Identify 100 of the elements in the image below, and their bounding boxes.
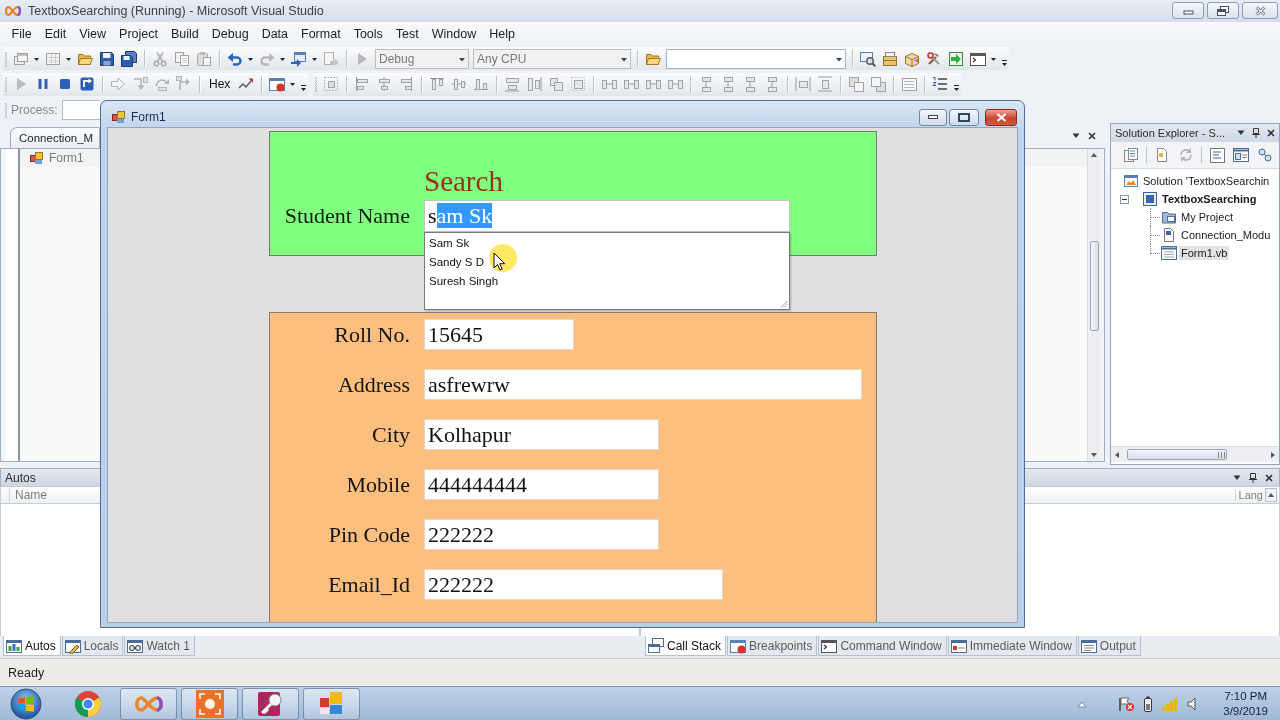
panel-tab[interactable]: Locals [61, 636, 124, 656]
tree-item[interactable]: Connection_Modu [1179, 228, 1273, 242]
minimize-button[interactable] [919, 108, 947, 126]
refresh-icon[interactable] [1178, 147, 1194, 163]
text-field[interactable]: 222222 [424, 569, 723, 600]
same-width-icon[interactable] [504, 76, 521, 92]
pin-icon[interactable] [1252, 128, 1260, 138]
flag-icon[interactable] [1117, 695, 1136, 712]
form-icon[interactable] [1233, 147, 1249, 163]
clipboard-icon[interactable] [196, 50, 212, 67]
menu-item[interactable]: Data [255, 25, 295, 43]
diagram-icon[interactable] [1257, 147, 1273, 163]
floppy-disks-icon[interactable] [121, 50, 137, 67]
class-dropdown[interactable]: Form1 [20, 149, 100, 167]
menu-item[interactable]: Window [425, 25, 483, 43]
panel-tab[interactable]: Watch 1 [124, 636, 195, 656]
undo-arrow-icon[interactable] [227, 50, 243, 67]
step-over-icon[interactable] [154, 76, 170, 92]
suggestion-item[interactable]: Suresh Singh [425, 272, 789, 291]
center-vertical-icon[interactable] [817, 76, 834, 92]
collapse-icon[interactable] [1120, 194, 1129, 204]
menu-item[interactable]: Help [482, 25, 522, 43]
align-center-icon[interactable] [376, 76, 393, 92]
window-arrow-icon[interactable] [291, 50, 307, 67]
scissors-icon[interactable] [152, 50, 168, 67]
menu-item[interactable]: Format [294, 25, 348, 43]
close-icon[interactable] [1267, 129, 1275, 137]
suggestion-item[interactable]: Sandy S D [425, 253, 789, 272]
scroll-thumb[interactable] [1127, 449, 1227, 460]
menu-item[interactable]: Build [164, 25, 206, 43]
panel-tab[interactable]: Immediate Window [947, 636, 1077, 656]
tree-item[interactable]: Solution 'TextboxSearchin [1141, 174, 1272, 188]
magnifier-window-icon[interactable] [860, 50, 876, 67]
resize-grip-icon[interactable] [779, 299, 788, 308]
text-field[interactable]: asfrewrw [424, 369, 862, 400]
grip-icon[interactable] [314, 75, 319, 93]
tree-item[interactable]: My Project [1179, 210, 1235, 224]
console-icon[interactable] [970, 50, 986, 67]
stop-icon[interactable] [57, 76, 73, 92]
close-icon[interactable] [1088, 131, 1096, 140]
arrow-box-icon[interactable] [948, 50, 964, 67]
align-middle-icon[interactable] [451, 76, 468, 92]
text-field[interactable]: 15645 [424, 319, 574, 350]
vertical-scrollbar[interactable] [1087, 149, 1100, 461]
taskbar-button[interactable] [242, 687, 299, 720]
align-bottom-icon[interactable] [473, 76, 490, 92]
panel-tab[interactable]: Command Window [818, 636, 947, 656]
size-grid-icon[interactable] [570, 76, 587, 92]
grip-icon[interactable] [4, 75, 8, 93]
column-header[interactable]: Lang [1234, 489, 1263, 501]
menu-item[interactable]: Test [389, 25, 426, 43]
panel-tab[interactable]: Call Stack [645, 636, 727, 656]
text-field[interactable]: 444444444 [424, 469, 659, 500]
maximize-button[interactable] [949, 108, 979, 126]
align-grid-icon[interactable] [323, 76, 340, 92]
menu-item[interactable]: Edit [38, 25, 73, 43]
numbered-list-icon[interactable] [932, 76, 949, 92]
align-left-icon[interactable] [354, 76, 371, 92]
menu-item[interactable]: Tools [347, 25, 390, 43]
close-icon[interactable] [1265, 473, 1273, 482]
hammer-wrench-icon[interactable] [926, 50, 942, 67]
panel-tab[interactable]: Breakpoints [727, 636, 818, 656]
center-horizontal-icon[interactable] [795, 76, 812, 92]
dropdown-caret-icon[interactable] [1237, 130, 1245, 136]
step-out-icon[interactable] [176, 76, 192, 92]
list-icon[interactable] [901, 76, 918, 92]
layers-icon[interactable] [870, 76, 887, 92]
panel-tab[interactable]: Output [1077, 636, 1141, 656]
restart-icon[interactable] [79, 76, 95, 92]
grip-icon[interactable] [4, 101, 8, 119]
scroll-thumb[interactable] [1089, 241, 1099, 331]
pin-icon[interactable] [1249, 472, 1257, 483]
taskbar-button[interactable] [303, 687, 360, 720]
same-height-icon[interactable] [526, 76, 543, 92]
text-field[interactable]: 222222 [424, 519, 659, 550]
menu-item[interactable]: Debug [205, 25, 256, 43]
dropdown-caret-icon[interactable] [1233, 474, 1241, 481]
page-arrow-icon[interactable] [323, 50, 339, 67]
page-icon[interactable] [1154, 147, 1170, 163]
package-icon[interactable] [904, 50, 920, 67]
battery-icon[interactable] [1143, 695, 1154, 712]
dropdown-caret-icon[interactable] [1072, 132, 1080, 139]
document-tab[interactable]: Connection_M [10, 127, 100, 148]
menu-item[interactable]: File [5, 25, 39, 43]
menu-item[interactable]: View [72, 25, 113, 43]
pages-icon[interactable] [1123, 147, 1139, 163]
column-header[interactable]: Name [9, 488, 47, 502]
tree-item[interactable]: TextboxSearching [1160, 192, 1259, 206]
text-field[interactable]: Kolhapur [424, 419, 659, 450]
taskbar-button[interactable] [181, 687, 238, 720]
same-size-icon[interactable] [548, 76, 565, 92]
menu-item[interactable]: Project [112, 25, 165, 43]
layers-icon[interactable] [848, 76, 865, 92]
taskbar-button[interactable] [120, 687, 177, 720]
suggestion-item[interactable]: Sam Sk [425, 234, 789, 253]
close-button[interactable] [985, 108, 1017, 126]
hex-button[interactable]: Hex [206, 77, 234, 91]
horizontal-scrollbar[interactable] [1111, 446, 1279, 462]
process-field[interactable] [61, 100, 100, 120]
student-name-field[interactable]: sam Sk [424, 200, 790, 232]
